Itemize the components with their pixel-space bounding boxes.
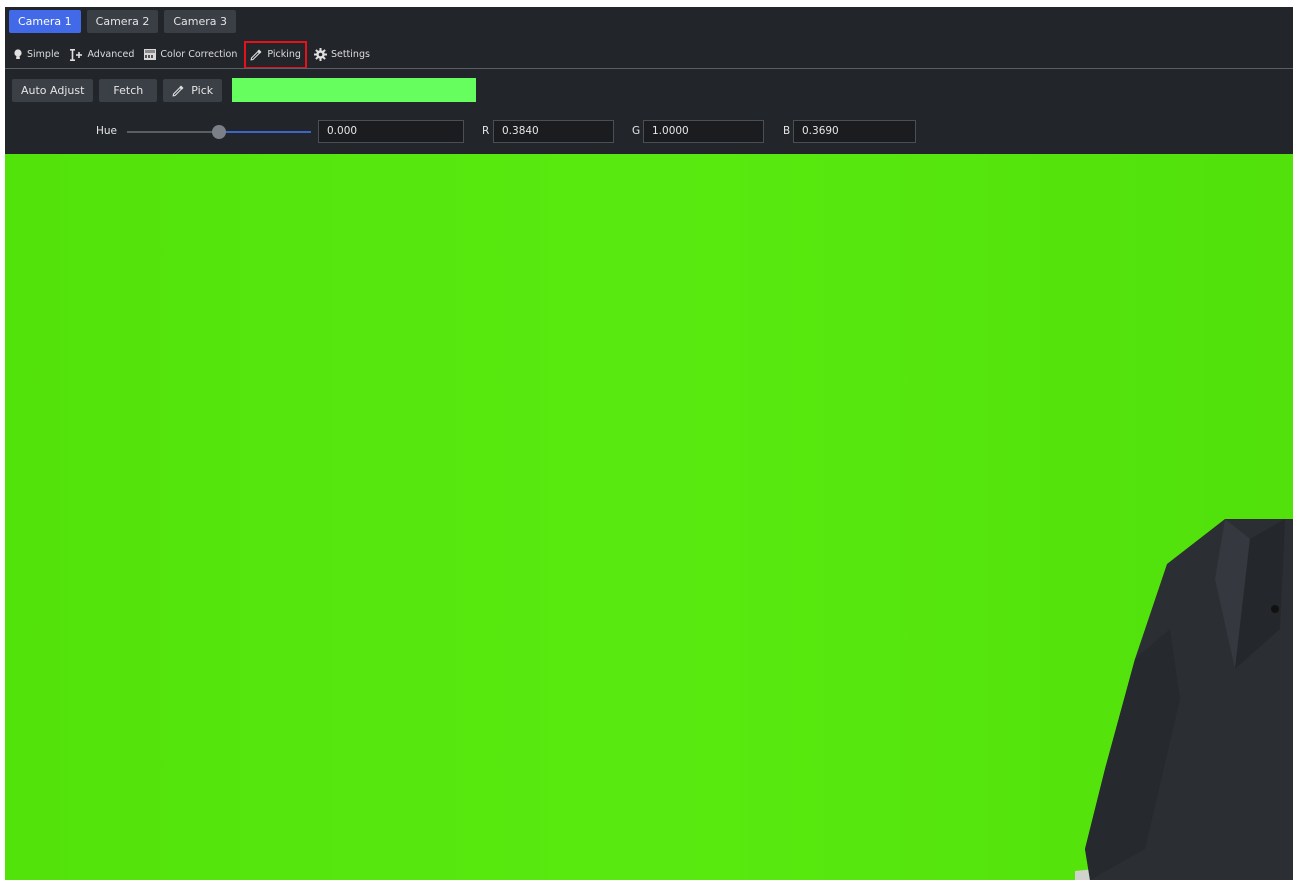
- mode-simple-label: Simple: [27, 49, 60, 60]
- eyedropper-icon: [172, 85, 184, 96]
- hue-slider-track: [127, 131, 219, 133]
- presenter-figure: [1075, 519, 1293, 880]
- camera-tabs: Camera 1 Camera 2 Camera 3: [9, 10, 237, 33]
- mode-settings-label: Settings: [330, 49, 370, 60]
- mode-picking-label: Picking: [267, 49, 301, 60]
- tab-camera-2[interactable]: Camera 2: [86, 10, 159, 33]
- mode-bar: Simple Advanced Color Correction Picking…: [5, 40, 1293, 69]
- eyedropper-icon: [250, 49, 262, 61]
- advanced-icon: [70, 48, 83, 61]
- fetch-button[interactable]: Fetch: [99, 78, 158, 102]
- hue-value-field[interactable]: 0.000: [318, 120, 464, 143]
- b-label: B: [783, 125, 791, 137]
- mode-advanced-label: Advanced: [87, 49, 135, 60]
- mode-color-correction-label: Color Correction: [160, 49, 238, 60]
- picked-color-swatch: [232, 78, 477, 102]
- keyer-app: Camera 1 Camera 2 Camera 3 Simple Advanc…: [5, 7, 1293, 880]
- g-value-field[interactable]: 1.0000: [643, 120, 764, 143]
- mode-color-correction[interactable]: Color Correction: [141, 44, 240, 66]
- mode-picking[interactable]: Picking: [244, 40, 307, 69]
- hue-label: Hue: [96, 125, 118, 137]
- b-value-field[interactable]: 0.3690: [793, 120, 916, 143]
- r-label: R: [482, 125, 490, 137]
- mode-advanced[interactable]: Advanced: [66, 44, 137, 66]
- pick-button-label: Pick: [191, 83, 214, 97]
- hue-slider[interactable]: [127, 123, 311, 141]
- hue-slider-track-fill: [219, 131, 311, 133]
- color-correction-icon: [144, 49, 157, 60]
- auto-adjust-button[interactable]: Auto Adjust: [12, 78, 94, 102]
- tab-camera-1[interactable]: Camera 1: [9, 10, 81, 33]
- tab-camera-3[interactable]: Camera 3: [164, 10, 237, 33]
- camera-preview[interactable]: [5, 154, 1293, 880]
- g-label: G: [632, 125, 641, 137]
- hue-slider-thumb[interactable]: [212, 125, 226, 139]
- lightbulb-icon: [14, 49, 22, 59]
- picking-toolbar: Auto Adjust Fetch Pick: [12, 78, 477, 102]
- pick-button[interactable]: Pick: [163, 78, 223, 102]
- mode-simple[interactable]: Simple: [10, 44, 62, 66]
- gear-icon: [313, 48, 327, 61]
- mode-settings[interactable]: Settings: [311, 44, 373, 66]
- divider: [5, 68, 1293, 69]
- r-value-field[interactable]: 0.3840: [493, 120, 614, 143]
